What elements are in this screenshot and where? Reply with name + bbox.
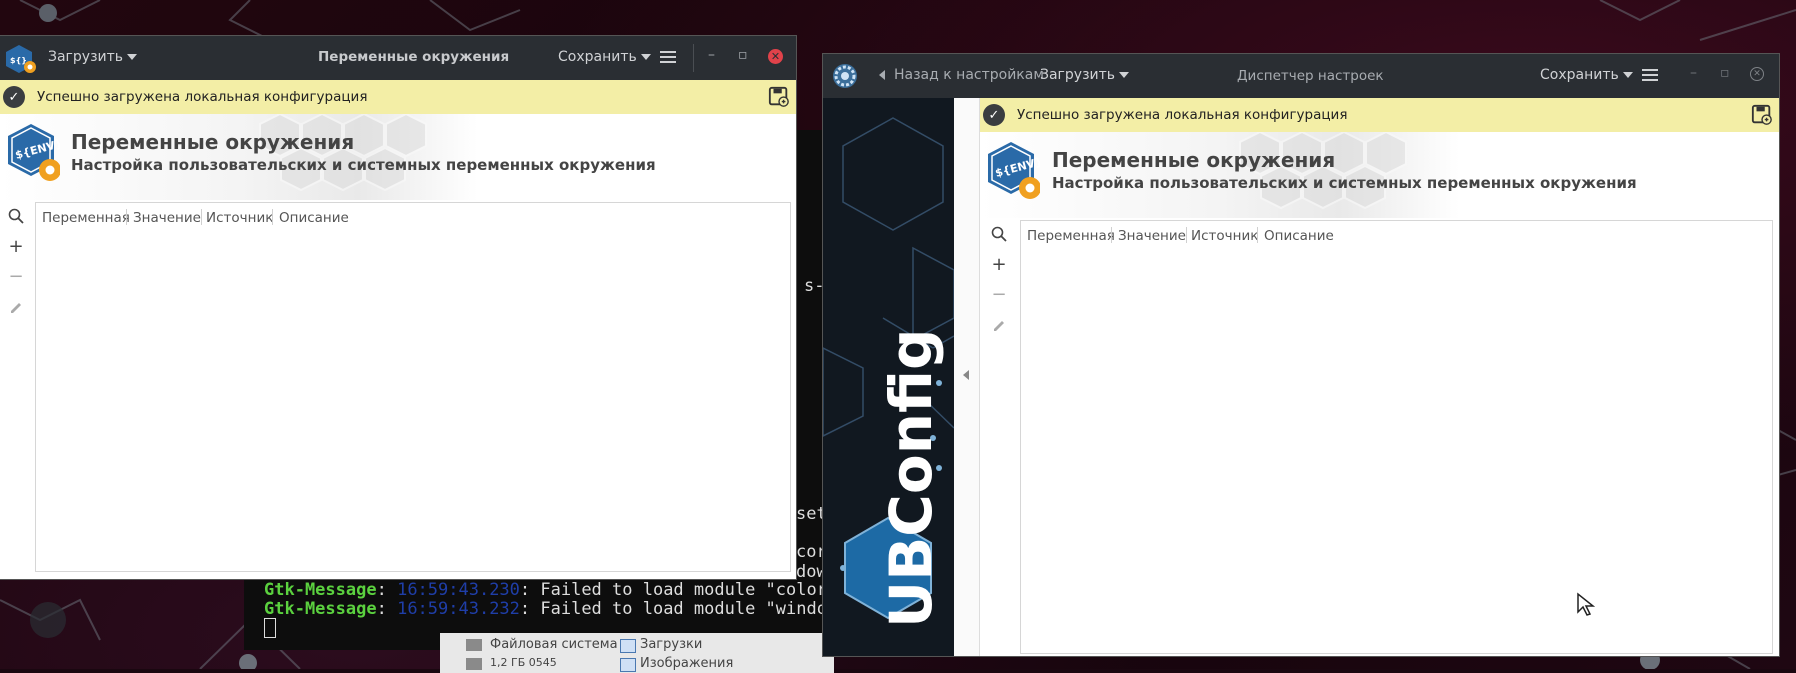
column-separator: [126, 209, 127, 225]
fm-item-filesystem[interactable]: Файловая система: [490, 637, 618, 652]
column-header-source[interactable]: Источник: [206, 210, 273, 226]
column-header-description[interactable]: Описание: [279, 210, 349, 226]
toolbar: + −: [985, 220, 1013, 640]
column-header-source[interactable]: Источник: [1191, 228, 1258, 244]
folder-icon: [620, 658, 636, 672]
titlebar[interactable]: Назад к настройкам Загрузить Диспетчер н…: [823, 54, 1779, 98]
load-label: Загрузить: [48, 49, 124, 65]
terminal-cursor: [264, 618, 276, 640]
minimize-icon[interactable]: –: [1690, 65, 1697, 81]
page-header: ${ENV} Переменные окружения Настройка по…: [0, 114, 796, 200]
chevron-down-icon: [127, 54, 138, 60]
search-icon[interactable]: [987, 222, 1011, 246]
search-icon[interactable]: [4, 204, 28, 228]
env-logo-icon: ${ENV}: [8, 124, 60, 181]
titlebar-divider: [693, 44, 694, 72]
window-title: Переменные окружения: [318, 49, 510, 65]
load-label: Загрузить: [1040, 67, 1116, 83]
save-config-icon[interactable]: [1751, 104, 1773, 126]
back-label: Назад к настройкам: [894, 67, 1044, 83]
column-separator: [1257, 227, 1258, 243]
sidebar-collapse-strip[interactable]: [954, 98, 980, 656]
page-header: ${ENV} Переменные окружения Настройка по…: [980, 132, 1779, 218]
window-title: Диспетчер настроек: [1237, 68, 1384, 84]
load-menu-button[interactable]: Загрузить: [48, 49, 138, 65]
maximize-icon[interactable]: ▫: [738, 47, 748, 63]
add-icon[interactable]: +: [987, 252, 1011, 276]
add-icon[interactable]: +: [4, 234, 28, 258]
close-icon[interactable]: ✕: [768, 49, 783, 64]
remove-icon[interactable]: −: [4, 264, 28, 288]
info-bar: ✓ Успешно загружена локальная конфигурац…: [980, 98, 1779, 132]
save-menu-button[interactable]: Сохранить: [558, 49, 651, 65]
check-icon: ✓: [3, 86, 25, 108]
back-to-settings-button[interactable]: Назад к настройкам: [879, 67, 1044, 83]
app-logo-icon: ${}: [6, 45, 36, 73]
edit-icon[interactable]: [4, 294, 28, 318]
collapse-arrow-icon[interactable]: [963, 370, 969, 380]
load-menu-button[interactable]: Загрузить: [1040, 67, 1130, 83]
save-label: Сохранить: [558, 49, 637, 65]
column-header-value[interactable]: Значение: [133, 210, 201, 226]
hamburger-menu-icon[interactable]: [660, 51, 676, 63]
chevron-down-icon: [640, 54, 651, 60]
chevron-down-icon: [1119, 72, 1130, 78]
close-icon[interactable]: ✕: [1750, 67, 1764, 81]
page-title: Переменные окружения: [71, 130, 355, 154]
column-header-variable[interactable]: Переменная: [1027, 228, 1115, 244]
page-subtitle: Настройка пользовательских и системных п…: [1052, 174, 1637, 192]
titlebar[interactable]: ${} Загрузить Переменные окружения Сохра…: [0, 36, 796, 80]
fm-item-volume[interactable]: 1,2 ГБ 0545: [490, 656, 557, 669]
toolbar: + −: [2, 202, 30, 572]
remove-icon[interactable]: −: [987, 282, 1011, 306]
page-subtitle: Настройка пользовательских и системных п…: [71, 156, 656, 174]
info-message: Успешно загружена локальная конфигурация: [37, 89, 368, 105]
edit-icon[interactable]: [987, 312, 1011, 336]
fm-item-downloads[interactable]: Загрузки: [640, 637, 702, 652]
settings-gear-icon: [833, 64, 857, 88]
maximize-icon[interactable]: ▫: [1720, 65, 1730, 81]
env-table[interactable]: Переменная Значение Источник Описание: [35, 202, 791, 572]
sidebar-logo-text: UBConfig: [877, 328, 945, 628]
settings-manager-window[interactable]: Назад к настройкам Загрузить Диспетчер н…: [823, 54, 1779, 656]
svg-text:${}: ${}: [10, 56, 27, 65]
chevron-left-icon: [879, 70, 885, 80]
save-label: Сохранить: [1540, 67, 1619, 83]
drive-icon: [466, 658, 482, 670]
sidebar-banner: UBConfig: [823, 98, 954, 656]
info-message: Успешно загружена локальная конфигурация: [1017, 107, 1348, 123]
terminal-line: Gtk-Message: 16:59:43.232: Failed to loa…: [264, 599, 838, 619]
file-manager-strip: Файловая система Загрузки 1,2 ГБ 0545 Из…: [440, 633, 834, 673]
env-logo-icon: ${ENV}: [988, 142, 1040, 199]
hamburger-menu-icon[interactable]: [1642, 69, 1658, 81]
column-header-description[interactable]: Описание: [1264, 228, 1334, 244]
column-separator: [1111, 227, 1112, 243]
mouse-pointer-icon: [1577, 592, 1596, 616]
minimize-icon[interactable]: –: [708, 47, 715, 63]
chevron-down-icon: [1622, 72, 1633, 78]
env-window-left[interactable]: ${} Загрузить Переменные окружения Сохра…: [0, 36, 796, 579]
env-table[interactable]: Переменная Значение Источник Описание: [1020, 220, 1773, 654]
column-header-variable[interactable]: Переменная: [42, 210, 130, 226]
save-config-icon[interactable]: [768, 86, 790, 108]
folder-icon: [620, 639, 636, 653]
column-separator: [201, 209, 202, 225]
drive-icon: [466, 639, 482, 651]
page-title: Переменные окружения: [1052, 148, 1336, 172]
column-header-value[interactable]: Значение: [1118, 228, 1186, 244]
ubconfig-logo: UBConfig: [823, 117, 954, 628]
column-separator: [1186, 227, 1187, 243]
check-icon: ✓: [983, 104, 1005, 126]
terminal-line: Gtk-Message: 16:59:43.230: Failed to loa…: [264, 580, 838, 600]
info-bar: ✓ Успешно загружена локальная конфигурац…: [0, 80, 796, 114]
column-separator: [272, 209, 273, 225]
save-menu-button[interactable]: Сохранить: [1540, 67, 1633, 83]
